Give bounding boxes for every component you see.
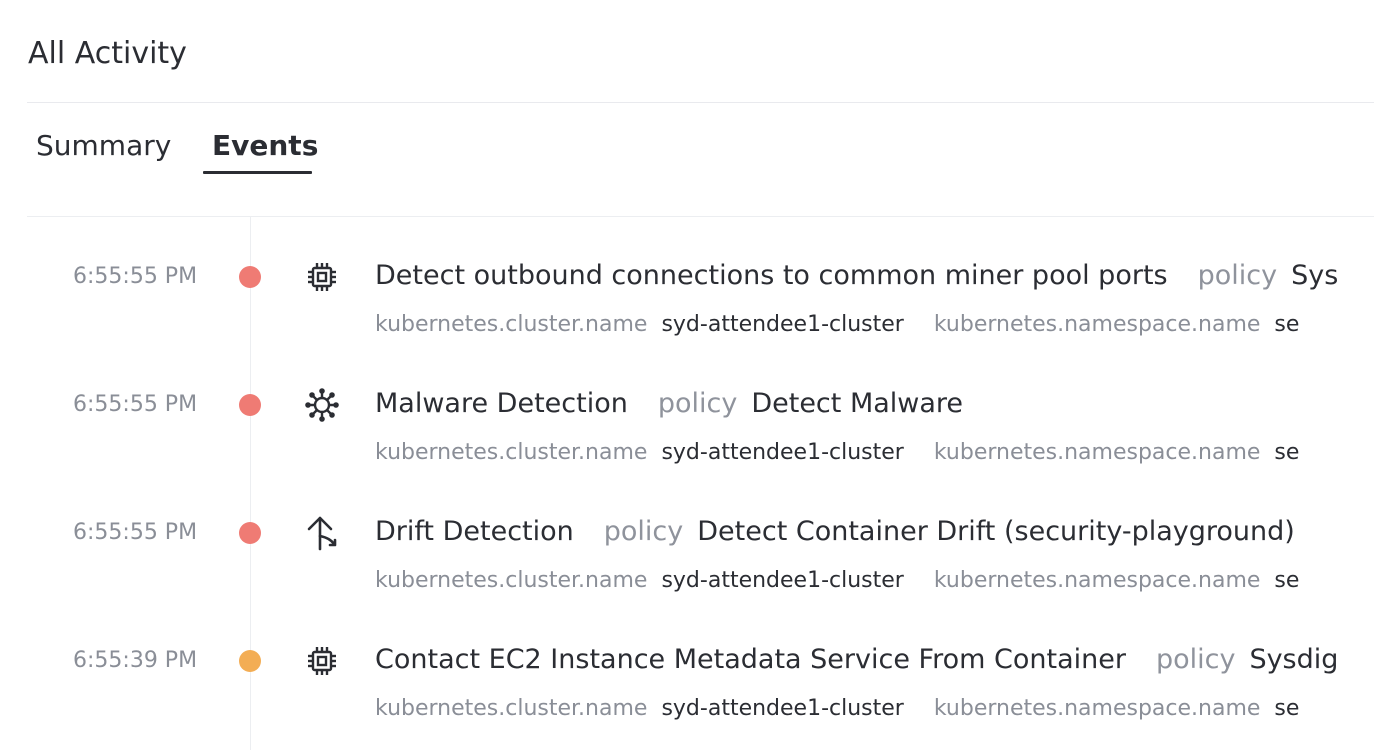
event-time: 6:55:55 PM xyxy=(73,520,198,545)
meta-value[interactable]: se xyxy=(1274,564,1299,598)
meta-key: kubernetes.namespace.name xyxy=(933,696,1261,721)
meta-key: kubernetes.namespace.name xyxy=(933,440,1261,465)
activity-page: All Activity Summary Events 6:55:55 PM D… xyxy=(0,0,1374,750)
tabs-divider xyxy=(27,216,1374,217)
event-time: 6:55:55 PM xyxy=(73,392,198,417)
severity-dot xyxy=(239,650,261,672)
cpu-chip-icon xyxy=(303,642,341,680)
meta-key: kubernetes.cluster.name xyxy=(375,568,648,593)
meta-value[interactable]: se xyxy=(1274,436,1299,470)
event-meta: kubernetes.cluster.name syd-attendee1-clu… xyxy=(375,564,1341,598)
tab-events[interactable]: Events xyxy=(212,126,318,166)
event-summary: Detect outbound connections to common mi… xyxy=(375,256,1341,296)
policy-label: policy xyxy=(1197,260,1278,291)
meta-value[interactable]: se xyxy=(1274,692,1299,726)
page-title: All Activity xyxy=(28,36,187,71)
meta-value[interactable]: syd-attendee1-cluster xyxy=(661,564,903,598)
event-title: Detect outbound connections to common mi… xyxy=(375,260,1168,291)
meta-value[interactable]: syd-attendee1-cluster xyxy=(661,308,903,342)
header-divider xyxy=(27,102,1374,103)
event-summary: Malware Detection policy Detect Malware xyxy=(375,384,1341,424)
meta-key: kubernetes.cluster.name xyxy=(375,696,648,721)
meta-value[interactable]: syd-attendee1-cluster xyxy=(661,436,903,470)
severity-dot xyxy=(239,394,261,416)
meta-value[interactable]: se xyxy=(1274,308,1299,342)
policy-value[interactable]: Detect Container Drift (security-playgro… xyxy=(697,512,1295,552)
event-title: Drift Detection xyxy=(375,516,574,547)
malware-bug-icon xyxy=(303,386,341,424)
policy-value[interactable]: Sysdig xyxy=(1249,640,1338,680)
meta-key: kubernetes.namespace.name xyxy=(933,312,1261,337)
severity-dot xyxy=(239,266,261,288)
event-time: 6:55:55 PM xyxy=(73,264,198,289)
tab-bar: Summary Events xyxy=(0,118,1374,178)
meta-value[interactable]: syd-attendee1-cluster xyxy=(661,692,903,726)
event-summary: Drift Detection policy Detect Container Dr… xyxy=(375,512,1341,552)
meta-key: kubernetes.cluster.name xyxy=(375,312,648,337)
policy-label: policy xyxy=(1155,644,1236,675)
meta-key: kubernetes.namespace.name xyxy=(933,568,1261,593)
event-row[interactable]: 6:55:39 PM Contact EC2 Instance Metadata… xyxy=(0,632,1374,750)
cpu-chip-icon xyxy=(303,258,341,296)
event-meta: kubernetes.cluster.name syd-attendee1-clu… xyxy=(375,308,1341,342)
event-title: Malware Detection xyxy=(375,388,628,419)
event-row[interactable]: 6:55:55 PM Malware Detection policy Detect… xyxy=(0,376,1374,504)
policy-value[interactable]: Sys xyxy=(1291,256,1338,296)
severity-dot xyxy=(239,522,261,544)
active-tab-indicator xyxy=(203,171,312,174)
tab-summary[interactable]: Summary xyxy=(36,126,171,166)
event-row[interactable]: 6:55:55 PM Drift Detection policy Detect C… xyxy=(0,504,1374,632)
event-title: Contact EC2 Instance Metadata Service Fr… xyxy=(375,644,1126,675)
policy-label: policy xyxy=(657,388,738,419)
event-row[interactable]: 6:55:55 PM Detect outbound connections t… xyxy=(0,248,1374,376)
event-time: 6:55:39 PM xyxy=(73,648,198,673)
event-meta: kubernetes.cluster.name syd-attendee1-clu… xyxy=(375,436,1341,470)
drift-arrow-icon xyxy=(303,514,341,552)
policy-value[interactable]: Detect Malware xyxy=(751,384,963,424)
event-meta: kubernetes.cluster.name syd-attendee1-clu… xyxy=(375,692,1341,726)
policy-label: policy xyxy=(603,516,684,547)
meta-key: kubernetes.cluster.name xyxy=(375,440,648,465)
event-summary: Contact EC2 Instance Metadata Service Fr… xyxy=(375,640,1341,680)
